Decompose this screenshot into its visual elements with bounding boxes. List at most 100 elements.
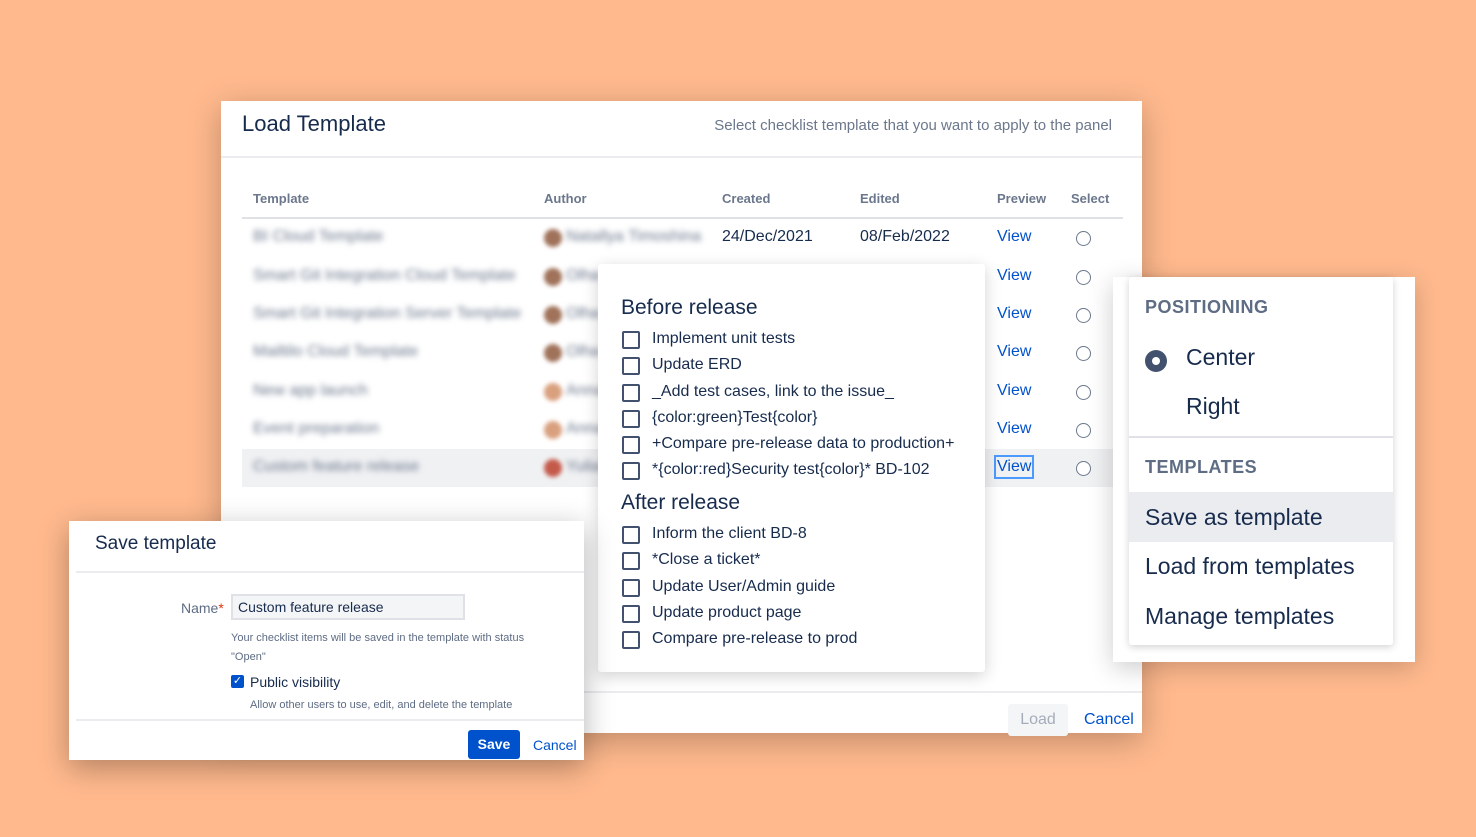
radio-selected-icon: [1145, 350, 1167, 372]
table-row[interactable]: BI Cloud Template Natallya Timoshina 24/…: [242, 219, 1123, 257]
checkbox[interactable]: [622, 410, 640, 428]
menu-item-label: Manage templates: [1145, 603, 1335, 629]
view-link[interactable]: View: [993, 455, 1035, 479]
checkbox[interactable]: [622, 357, 640, 375]
item-label: Update User/Admin guide: [652, 578, 836, 595]
template-name: Custom feature release: [253, 458, 420, 475]
menu-item-label: Center: [1186, 344, 1256, 370]
column-header-preview: Preview: [997, 191, 1047, 206]
item-label: Update product page: [652, 604, 802, 621]
item-label: *Close a ticket*: [652, 551, 761, 568]
load-button[interactable]: Load: [1008, 704, 1068, 736]
column-header-created[interactable]: Created: [722, 191, 770, 206]
avatar: [544, 306, 562, 324]
save-button[interactable]: Save: [468, 730, 520, 759]
avatar: [544, 344, 562, 362]
avatar: [544, 229, 562, 247]
view-link[interactable]: View: [997, 382, 1031, 400]
header-divider: [221, 156, 1142, 158]
checkbox[interactable]: [622, 552, 640, 570]
select-radio[interactable]: [1076, 231, 1091, 246]
template-name: Mailtilo Cloud Template: [253, 343, 419, 360]
positioning-group-title: POSITIONING: [1145, 297, 1269, 317]
cancel-button[interactable]: Cancel: [533, 737, 577, 753]
load-dialog-title: Load Template: [242, 111, 386, 136]
select-radio[interactable]: [1076, 461, 1091, 476]
item-label: Compare pre-release to prod: [652, 630, 858, 647]
avatar: [544, 421, 562, 439]
dropdown-menu: POSITIONING Center Right TEMPLATES Save …: [1129, 277, 1393, 645]
menu-item-manage-templates[interactable]: Manage templates: [1129, 591, 1393, 641]
column-header-select: Select: [1071, 191, 1110, 206]
checkbox[interactable]: [622, 631, 640, 649]
select-radio[interactable]: [1076, 308, 1091, 323]
item-label: *{color:red}Security test{color}* BD-102: [652, 461, 930, 478]
menu-item-load-from-templates[interactable]: Load from templates: [1129, 541, 1393, 591]
view-link[interactable]: View: [997, 305, 1031, 323]
public-visibility-label[interactable]: Public visibility: [250, 674, 340, 690]
menu-item-save-as-template[interactable]: Save as template: [1129, 492, 1393, 542]
checklist-preview-popup: Before release Implement unit tests Upda…: [598, 264, 985, 672]
template-name: Smart Git Integration Server Template: [253, 305, 522, 322]
edited-date: 08/Feb/2022: [860, 228, 950, 245]
item-label: +Compare pre-release data to production+: [652, 435, 955, 452]
select-radio[interactable]: [1076, 270, 1091, 285]
menu-divider: [1129, 436, 1393, 438]
select-radio[interactable]: [1076, 385, 1091, 400]
checkbox[interactable]: [622, 436, 640, 454]
template-name: Event preparation: [253, 420, 380, 437]
checkbox[interactable]: [622, 331, 640, 349]
author-name: Olha: [566, 267, 600, 284]
template-name-input[interactable]: [231, 594, 465, 620]
avatar: [544, 383, 562, 401]
column-header-edited[interactable]: Edited: [860, 191, 900, 206]
status-help-text: Your checklist items will be saved in th…: [231, 632, 525, 663]
menu-item-center[interactable]: Center: [1129, 332, 1393, 382]
item-label: Update ERD: [652, 356, 742, 373]
header-divider: [76, 571, 584, 573]
public-visibility-checkbox[interactable]: ✓: [231, 675, 244, 688]
section-title: Before release: [621, 296, 758, 319]
checkbox[interactable]: [622, 526, 640, 544]
item-label: Implement unit tests: [652, 330, 796, 347]
created-date: 24/Dec/2021: [722, 228, 813, 245]
item-label: _Add test cases, link to the issue_: [652, 383, 894, 400]
menu-item-label: Right: [1186, 393, 1240, 419]
footer-divider: [76, 719, 584, 721]
template-name: New app launch: [253, 382, 368, 399]
item-label: {color:green}Test{color}: [652, 409, 818, 426]
template-name: Smart Git Integration Cloud Template: [253, 267, 516, 284]
menu-item-label: Load from templates: [1145, 553, 1355, 579]
avatar: [544, 268, 562, 286]
checklist-options-menu: POSITIONING Center Right TEMPLATES Save …: [1113, 277, 1415, 662]
avatar: [544, 459, 562, 477]
view-link[interactable]: View: [997, 420, 1031, 438]
checkbox[interactable]: [622, 579, 640, 597]
item-label: Inform the client BD-8: [652, 525, 807, 542]
save-dialog-title: Save template: [95, 533, 217, 554]
view-link[interactable]: View: [997, 228, 1031, 246]
author-name: Olha: [566, 305, 600, 322]
select-radio[interactable]: [1076, 346, 1091, 361]
section-title: After release: [621, 491, 741, 514]
public-visibility-help: Allow other users to use, edit, and dele…: [250, 699, 513, 711]
menu-item-right[interactable]: Right: [1129, 381, 1393, 431]
name-label: Name*: [181, 600, 224, 616]
template-name: BI Cloud Template: [253, 228, 384, 245]
select-radio[interactable]: [1076, 423, 1091, 438]
checkbox[interactable]: [622, 384, 640, 402]
cancel-button[interactable]: Cancel: [1084, 711, 1134, 729]
checkbox[interactable]: [622, 605, 640, 623]
view-link[interactable]: View: [997, 267, 1031, 285]
author-name: Yulia: [566, 458, 601, 475]
save-template-dialog: Save template Name* Your checklist items…: [69, 521, 584, 760]
column-header-author[interactable]: Author: [544, 191, 587, 206]
column-header-template[interactable]: Template: [253, 191, 309, 206]
view-link[interactable]: View: [997, 343, 1031, 361]
author-name: Natallya Timoshina: [566, 228, 702, 245]
checkbox[interactable]: [622, 462, 640, 480]
author-name: Olha: [566, 343, 600, 360]
menu-item-label: Save as template: [1145, 504, 1323, 530]
templates-group-title: TEMPLATES: [1145, 457, 1258, 477]
load-dialog-subtitle: Select checklist template that you want …: [714, 117, 1112, 134]
